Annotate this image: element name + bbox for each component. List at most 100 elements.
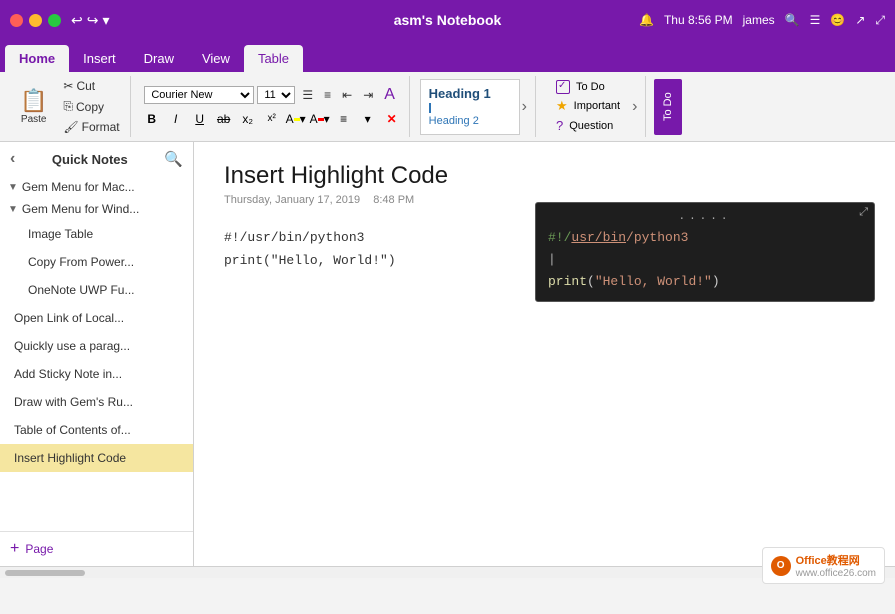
delete-button[interactable]: ✕ <box>381 108 403 130</box>
watermark-text: Office教程网 www.office26.com <box>796 552 876 579</box>
notification-icon[interactable]: 🔔 <box>639 13 654 27</box>
sidebar-item-onenote-uwp[interactable]: OneNote UWP Fu... <box>0 276 193 304</box>
align-dropdown[interactable]: ▾ <box>357 108 379 130</box>
tags-more-chevron[interactable]: › <box>630 96 639 118</box>
page-date: Thursday, January 17, 2019 <box>224 194 360 206</box>
heading1-preview: Heading 1 <box>429 86 511 101</box>
sidebar-search-button[interactable]: 🔍 <box>164 150 183 168</box>
styles-chevron[interactable]: › <box>520 96 529 118</box>
print-fn: print <box>548 274 587 289</box>
underline-button[interactable]: U <box>189 108 211 130</box>
sidebar-item-label: Gem Menu for Wind... <box>22 202 139 216</box>
indent-increase-button[interactable]: ⇥ <box>359 86 377 104</box>
tab-home[interactable]: Home <box>5 45 69 72</box>
font-color-button[interactable]: A ▾ <box>309 108 331 130</box>
sidebar-item-open-link[interactable]: Open Link of Local... <box>0 304 193 332</box>
question-icon: ? <box>556 118 563 133</box>
main-layout: ‹ Quick Notes 🔍 ▼ Gem Menu for Mac... ▼ … <box>0 142 895 566</box>
strikethrough-button[interactable]: ab <box>213 108 235 130</box>
add-page-label: Page <box>25 542 53 556</box>
print-line: print("Hello, World!") <box>548 271 862 293</box>
sidebar-item-draw-gem[interactable]: Draw with Gem's Ru... <box>0 388 193 416</box>
watermark-icon: O <box>771 556 791 576</box>
sidebar-item-insert-highlight[interactable]: Insert Highlight Code <box>0 444 193 472</box>
highlight-color-button[interactable]: A ▾ <box>285 108 307 130</box>
traffic-lights <box>10 14 61 27</box>
clear-format-button[interactable]: A <box>380 84 399 106</box>
tab-draw[interactable]: Draw <box>130 45 188 72</box>
sidebar-item-table-contents[interactable]: Table of Contents of... <box>0 416 193 444</box>
tab-insert[interactable]: Insert <box>69 45 130 72</box>
print-arg: "Hello, World!" <box>595 274 712 289</box>
search-icon[interactable]: 🔍 <box>785 13 800 27</box>
print-paren-open: ( <box>587 274 595 289</box>
tab-table[interactable]: Table <box>244 45 303 72</box>
share-icon[interactable]: ↗ <box>855 13 865 27</box>
font-size-select[interactable]: 11 <box>257 86 295 104</box>
ribbon-tabs: Home Insert Draw View Table <box>0 40 895 72</box>
undo-redo-group: ↩ ↪ ▾ <box>71 12 110 29</box>
alignment-button[interactable]: ≡ <box>333 108 355 130</box>
sidebar-item-quickly-use[interactable]: Quickly use a parag... <box>0 332 193 360</box>
clipboard-top: 📋 Paste ✂ Cut ⎘ Copy 🖌 Format <box>12 77 124 136</box>
copy-button[interactable]: ⎘ Copy <box>59 97 123 116</box>
user-avatar[interactable]: 😊 <box>830 13 845 27</box>
todo-sidebar-button[interactable]: To Do <box>654 79 682 135</box>
numbered-list-button[interactable]: ≡ <box>320 86 335 104</box>
scrollbar-thumb[interactable] <box>5 570 85 576</box>
subscript-button[interactable]: x₂ <box>237 108 259 130</box>
undo-button[interactable]: ↩ <box>71 12 83 29</box>
superscript-button[interactable]: x² <box>261 108 283 130</box>
watermark-brand: Office教程网 <box>796 552 876 568</box>
redo-button[interactable]: ↪ <box>87 12 99 29</box>
paste-button[interactable]: 📋 Paste <box>12 84 55 129</box>
expand-icon[interactable]: ⤢ <box>875 13 885 28</box>
quick-access-more[interactable]: ▾ <box>102 12 109 29</box>
indent-decrease-button[interactable]: ⇤ <box>338 86 356 104</box>
tag-important[interactable]: ★ Important <box>552 97 624 115</box>
cut-button[interactable]: ✂ Cut <box>59 77 123 95</box>
sidebar-section-gem-win[interactable]: ▼ Gem Menu for Wind... <box>0 198 193 220</box>
sidebar-collapse-button[interactable]: ‹ <box>10 150 15 168</box>
sidebar-item-image-table[interactable]: Image Table <box>0 220 193 248</box>
plus-icon: + <box>10 540 19 558</box>
page-title: Insert Highlight Code <box>224 162 865 190</box>
star-icon: ★ <box>556 98 568 114</box>
sidebar: ‹ Quick Notes 🔍 ▼ Gem Menu for Mac... ▼ … <box>0 142 194 566</box>
sidebar-title: Quick Notes <box>52 152 128 167</box>
font-family-select[interactable]: Courier New <box>144 86 254 104</box>
font-color-icon: A <box>310 112 318 126</box>
menu-icon[interactable]: ☰ <box>810 13 821 27</box>
styles-box[interactable]: Heading 1 Heading 2 <box>420 79 520 135</box>
bullet-list-button[interactable]: ☰ <box>298 86 317 104</box>
italic-button[interactable]: I <box>165 108 187 130</box>
page-time: 8:48 PM <box>373 194 414 206</box>
font-row: Courier New 11 ☰ ≡ ⇤ ⇥ A <box>144 84 399 106</box>
content-area: Insert Highlight Code Thursday, January … <box>194 142 895 566</box>
title-bar: ↩ ↪ ▾ asm's Notebook 🔔 Thu 8:56 PM james… <box>0 0 895 40</box>
highlight-icon: A <box>286 112 294 126</box>
expand-code-button[interactable]: ⤢ <box>859 207 868 219</box>
shebang-python: /python3 <box>626 230 688 245</box>
minimize-button[interactable] <box>29 14 42 27</box>
heading2-preview: Heading 2 <box>429 115 511 127</box>
sidebar-item-copy-from-power[interactable]: Copy From Power... <box>0 248 193 276</box>
add-page-button[interactable]: + Page <box>0 531 193 566</box>
maximize-button[interactable] <box>48 14 61 27</box>
tab-view[interactable]: View <box>188 45 244 72</box>
styles-group: Heading 1 Heading 2 › <box>414 76 536 137</box>
horizontal-scrollbar[interactable] <box>0 566 895 578</box>
tag-question[interactable]: ? Question <box>552 117 624 134</box>
format-icon: 🖌 <box>63 120 78 134</box>
highlight-dropdown[interactable]: ▾ <box>300 112 306 126</box>
sidebar-section-gem-mac[interactable]: ▼ Gem Menu for Mac... <box>0 176 193 198</box>
font-color-dropdown[interactable]: ▾ <box>324 112 330 126</box>
tag-todo[interactable]: ✓ To Do <box>552 79 624 95</box>
close-button[interactable] <box>10 14 23 27</box>
sidebar-item-add-sticky[interactable]: Add Sticky Note in... <box>0 360 193 388</box>
format-button[interactable]: 🖌 Format <box>59 118 123 136</box>
tags-group: ✓ To Do ★ Important ? Question › <box>540 76 646 137</box>
chevron-down-icon: ▼ <box>8 204 18 215</box>
user-name: james <box>743 13 775 27</box>
bold-button[interactable]: B <box>141 108 163 130</box>
